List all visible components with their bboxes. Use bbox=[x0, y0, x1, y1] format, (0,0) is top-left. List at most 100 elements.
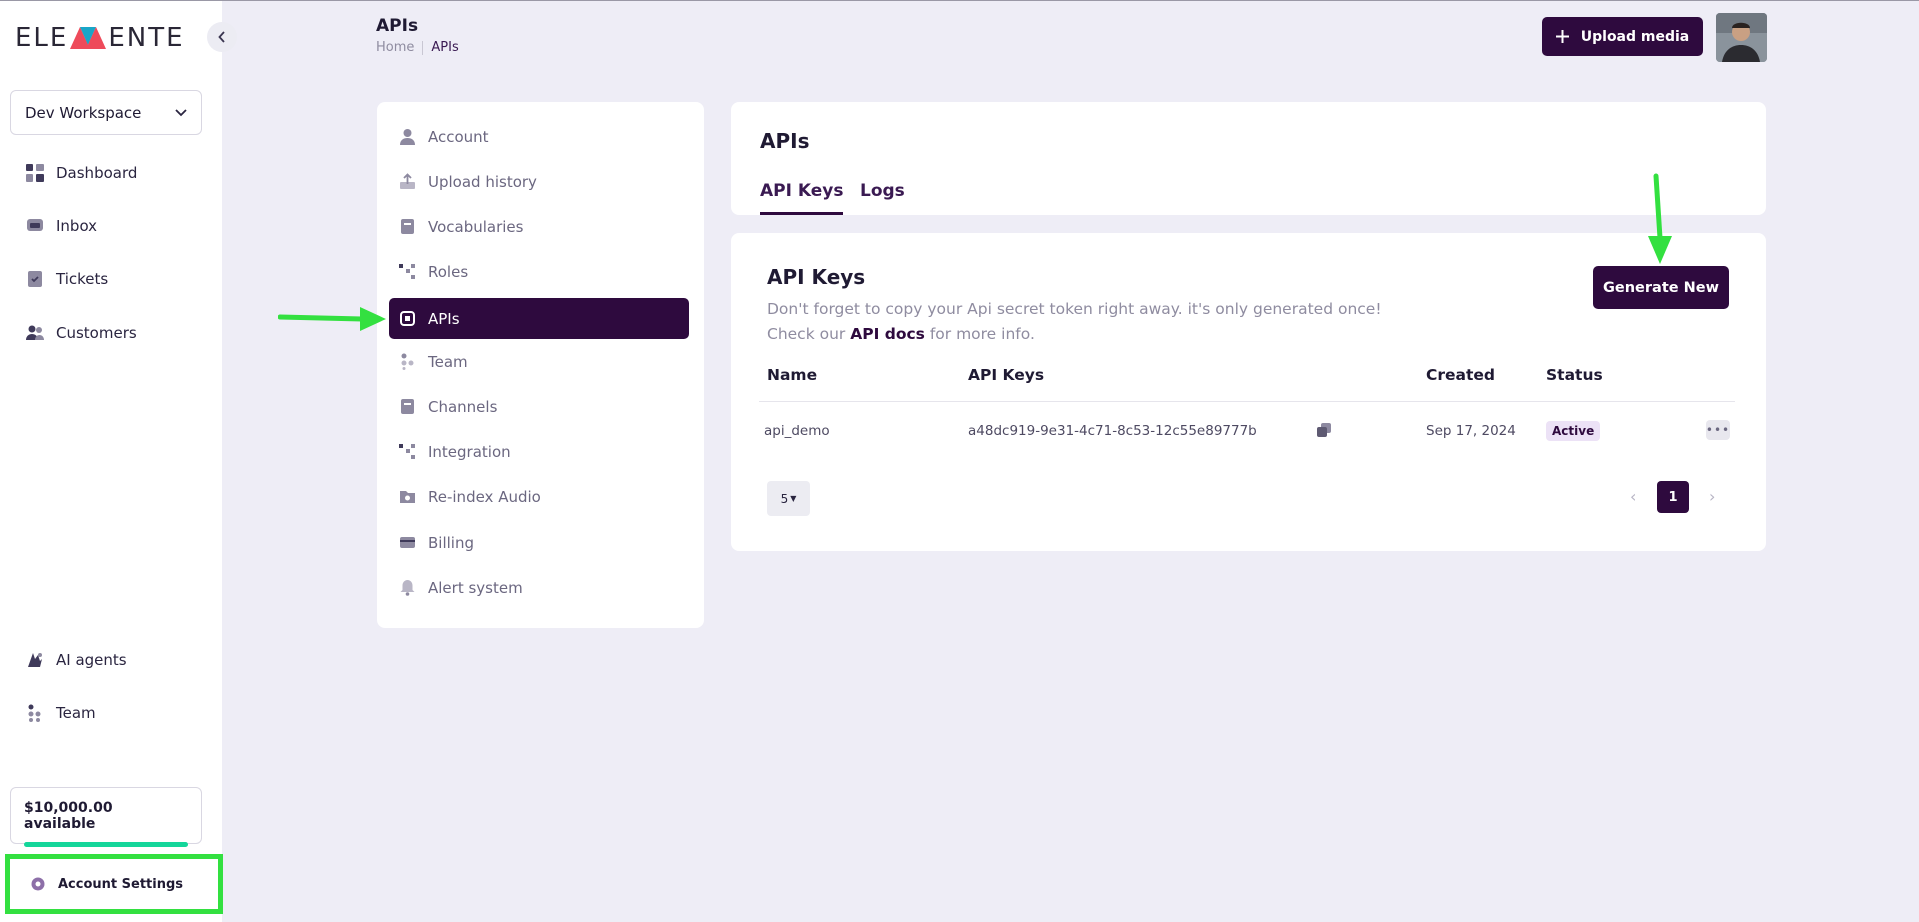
sidebar: ELE ENTE Dev Workspace Dashboard Inbox T… bbox=[0, 1, 222, 922]
status-badge: Active bbox=[1546, 421, 1601, 441]
settings-item-integration[interactable]: Integration bbox=[389, 431, 689, 472]
row-api-key: a48dc919-9e31-4c71-8c53-12c55e89777b bbox=[968, 423, 1257, 439]
copy-icon[interactable] bbox=[1316, 422, 1332, 442]
settings-item-label: APIs bbox=[428, 309, 460, 328]
sidebar-item-tickets[interactable]: Tickets bbox=[25, 267, 108, 291]
chevron-left-icon: ‹ bbox=[1630, 487, 1637, 506]
inbox-icon bbox=[25, 217, 44, 236]
generate-new-button[interactable]: Generate New bbox=[1593, 266, 1729, 309]
sidebar-item-label: Dashboard bbox=[56, 164, 138, 182]
settings-item-apis[interactable]: APIs bbox=[389, 298, 689, 339]
bell-icon bbox=[400, 580, 415, 596]
brand-right: ENTE bbox=[108, 23, 185, 53]
sidebar-item-inbox[interactable]: Inbox bbox=[25, 214, 97, 238]
row-more-button[interactable]: ••• bbox=[1706, 420, 1730, 440]
settings-item-label: Re-index Audio bbox=[428, 487, 541, 506]
billing-icon bbox=[400, 537, 415, 548]
book-icon bbox=[401, 219, 414, 234]
prev-page-button[interactable]: ‹ bbox=[1630, 487, 1636, 506]
api-docs-line: Check our API docs for more info. bbox=[767, 322, 1382, 347]
settings-item-label: Integration bbox=[428, 442, 511, 461]
apis-panel-title: APIs bbox=[760, 129, 810, 153]
chevron-right-icon: › bbox=[1709, 487, 1716, 506]
settings-item-label: Account bbox=[428, 127, 489, 146]
plus-icon bbox=[1555, 30, 1569, 43]
balance-bar bbox=[24, 842, 188, 847]
page-size-select[interactable]: 5 ▼ bbox=[767, 481, 810, 516]
settings-item-label: Billing bbox=[428, 533, 474, 552]
annotation-arrow-generate bbox=[1648, 173, 1672, 264]
sidebar-item-customers[interactable]: Customers bbox=[25, 321, 137, 345]
gear-icon bbox=[31, 877, 45, 891]
row-created: Sep 17, 2024 bbox=[1426, 423, 1516, 439]
sidebar-item-ai-agents[interactable]: AI agents bbox=[25, 648, 127, 672]
avatar[interactable] bbox=[1716, 13, 1767, 62]
folder-icon bbox=[400, 491, 415, 503]
sidebar-collapse-button[interactable] bbox=[207, 22, 237, 52]
column-header-name: Name bbox=[767, 366, 818, 384]
workspace-name: Dev Workspace bbox=[25, 103, 142, 122]
settings-item-label: Channels bbox=[428, 397, 498, 416]
settings-item-vocabularies[interactable]: Vocabularies bbox=[389, 206, 689, 247]
customers-icon bbox=[25, 324, 44, 343]
settings-item-alert-system[interactable]: Alert system bbox=[389, 567, 689, 608]
api-docs-prefix: Check our bbox=[767, 325, 851, 343]
sidebar-item-label: Customers bbox=[56, 324, 137, 342]
balance-bar-fill bbox=[24, 842, 188, 847]
page-header: APIs Home APIs bbox=[376, 16, 459, 55]
settings-item-billing[interactable]: Billing bbox=[389, 522, 689, 563]
workspace-selector[interactable]: Dev Workspace bbox=[10, 90, 202, 135]
settings-item-label: Roles bbox=[428, 262, 469, 281]
settings-item-reindex-audio[interactable]: Re-index Audio bbox=[389, 476, 689, 517]
integration-icon bbox=[399, 444, 415, 459]
ticket-icon bbox=[25, 270, 44, 289]
breadcrumb-separator bbox=[422, 40, 424, 55]
column-header-api-keys: API Keys bbox=[968, 366, 1045, 384]
sidebar-item-label: Tickets bbox=[56, 270, 109, 288]
settings-item-account[interactable]: Account bbox=[389, 116, 689, 157]
breadcrumb-current: APIs bbox=[431, 40, 459, 55]
brand-logo[interactable]: ELE ENTE bbox=[15, 23, 185, 53]
balance-card: $10,000.00 available bbox=[10, 787, 202, 847]
settings-item-label: Team bbox=[428, 352, 468, 371]
settings-item-team[interactable]: Team bbox=[389, 341, 689, 382]
roles-icon bbox=[399, 264, 415, 279]
row-name: api_demo bbox=[764, 423, 830, 439]
sidebar-item-label: Team bbox=[56, 704, 96, 722]
column-header-created: Created bbox=[1426, 366, 1496, 384]
next-page-button[interactable]: › bbox=[1709, 487, 1715, 506]
breadcrumb-home[interactable]: Home bbox=[376, 40, 414, 55]
balance-text: $10,000.00 available bbox=[24, 800, 113, 832]
settings-item-channels[interactable]: Channels bbox=[389, 386, 689, 427]
user-icon bbox=[400, 129, 415, 145]
channels-icon bbox=[401, 399, 414, 414]
brand-left: ELE bbox=[15, 23, 69, 53]
upload-media-button[interactable]: Upload media bbox=[1542, 17, 1703, 56]
team-icon bbox=[401, 353, 414, 370]
api-docs-suffix: for more info. bbox=[924, 325, 1035, 343]
sidebar-item-dashboard[interactable]: Dashboard bbox=[25, 161, 137, 185]
settings-item-roles[interactable]: Roles bbox=[389, 251, 689, 292]
account-settings-button[interactable]: Account Settings bbox=[5, 854, 223, 914]
settings-item-label: Upload history bbox=[428, 172, 537, 191]
sidebar-item-team[interactable]: Team bbox=[25, 701, 96, 725]
team-icon bbox=[25, 704, 44, 723]
settings-item-label: Vocabularies bbox=[428, 217, 524, 236]
settings-item-upload-history[interactable]: Upload history bbox=[389, 161, 689, 202]
column-header-status: Status bbox=[1546, 366, 1603, 384]
page-number-current[interactable]: 1 bbox=[1657, 481, 1689, 513]
brand-mark-icon bbox=[70, 27, 107, 49]
api-keys-card: API Keys Don't forget to copy your Api s… bbox=[731, 233, 1766, 551]
account-settings-label: Account Settings bbox=[58, 876, 184, 892]
dashboard-icon bbox=[25, 164, 44, 183]
api-docs-link[interactable]: API docs bbox=[850, 325, 925, 343]
page-title: APIs bbox=[376, 16, 419, 36]
table-divider bbox=[759, 401, 1735, 402]
breadcrumb: Home APIs bbox=[376, 40, 459, 55]
api-keys-description: Don't forget to copy your Api secret tok… bbox=[767, 297, 1382, 347]
sidebar-item-label: Inbox bbox=[56, 217, 98, 235]
tab-logs[interactable]: Logs bbox=[860, 181, 905, 215]
chevron-down-icon bbox=[175, 108, 187, 116]
chevron-left-icon bbox=[218, 31, 225, 43]
tab-api-keys[interactable]: API Keys bbox=[760, 181, 844, 215]
